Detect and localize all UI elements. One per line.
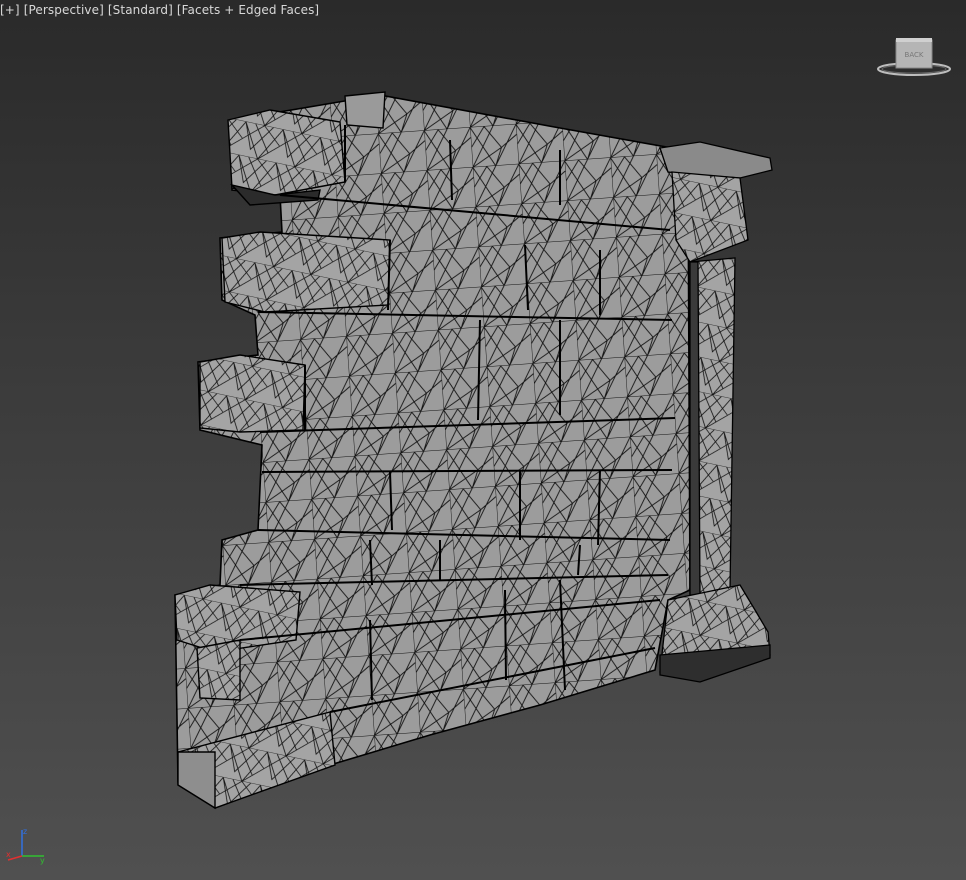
svg-text:z: z (23, 827, 27, 836)
viewcube-face-label: BACK (905, 51, 924, 59)
viewcube-icon[interactable]: BACK (876, 34, 952, 78)
svg-text:x: x (6, 850, 11, 859)
svg-text:y: y (40, 856, 45, 865)
axis-tripod-icon: z y x (6, 827, 45, 865)
wall-mesh[interactable] (0, 0, 966, 880)
